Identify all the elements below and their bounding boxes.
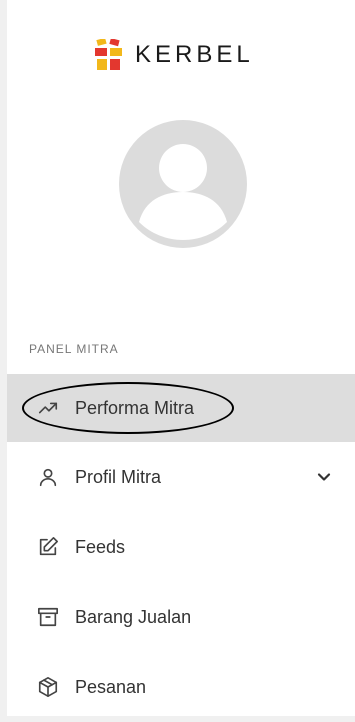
sidebar: KERBEL PANEL MITRA Performa Mitra Profil… xyxy=(7,0,355,716)
package-icon xyxy=(37,676,59,698)
sidebar-item-performa-mitra[interactable]: Performa Mitra xyxy=(7,374,355,442)
avatar[interactable] xyxy=(119,120,247,248)
section-label: PANEL MITRA xyxy=(29,342,119,356)
kerbel-logo-icon xyxy=(95,39,122,70)
sidebar-item-label: Pesanan xyxy=(75,676,147,697)
sidebar-item-barang-jualan[interactable]: Barang Jualan xyxy=(7,582,355,652)
chevron-down-icon[interactable] xyxy=(317,467,331,488)
sidebar-item-feeds[interactable]: Feeds xyxy=(7,512,355,582)
highlight-annotation xyxy=(22,382,234,434)
sidebar-item-label: Feeds xyxy=(75,536,126,557)
edit-icon xyxy=(37,536,59,558)
brand-name: KERBEL xyxy=(135,41,254,68)
user-avatar-icon xyxy=(139,144,227,240)
sidebar-menu: Performa Mitra Profil Mitra Feeds Barang… xyxy=(7,374,355,722)
sidebar-item-label: Profil Mitra xyxy=(75,466,162,487)
brand-logo[interactable]: KERBEL xyxy=(95,38,254,72)
sidebar-item-profil-mitra[interactable]: Profil Mitra xyxy=(7,442,355,512)
user-icon xyxy=(37,466,59,488)
sidebar-item-label: Barang Jualan xyxy=(75,606,192,627)
archive-icon xyxy=(37,606,59,628)
sidebar-item-pesanan[interactable]: Pesanan xyxy=(7,652,355,722)
